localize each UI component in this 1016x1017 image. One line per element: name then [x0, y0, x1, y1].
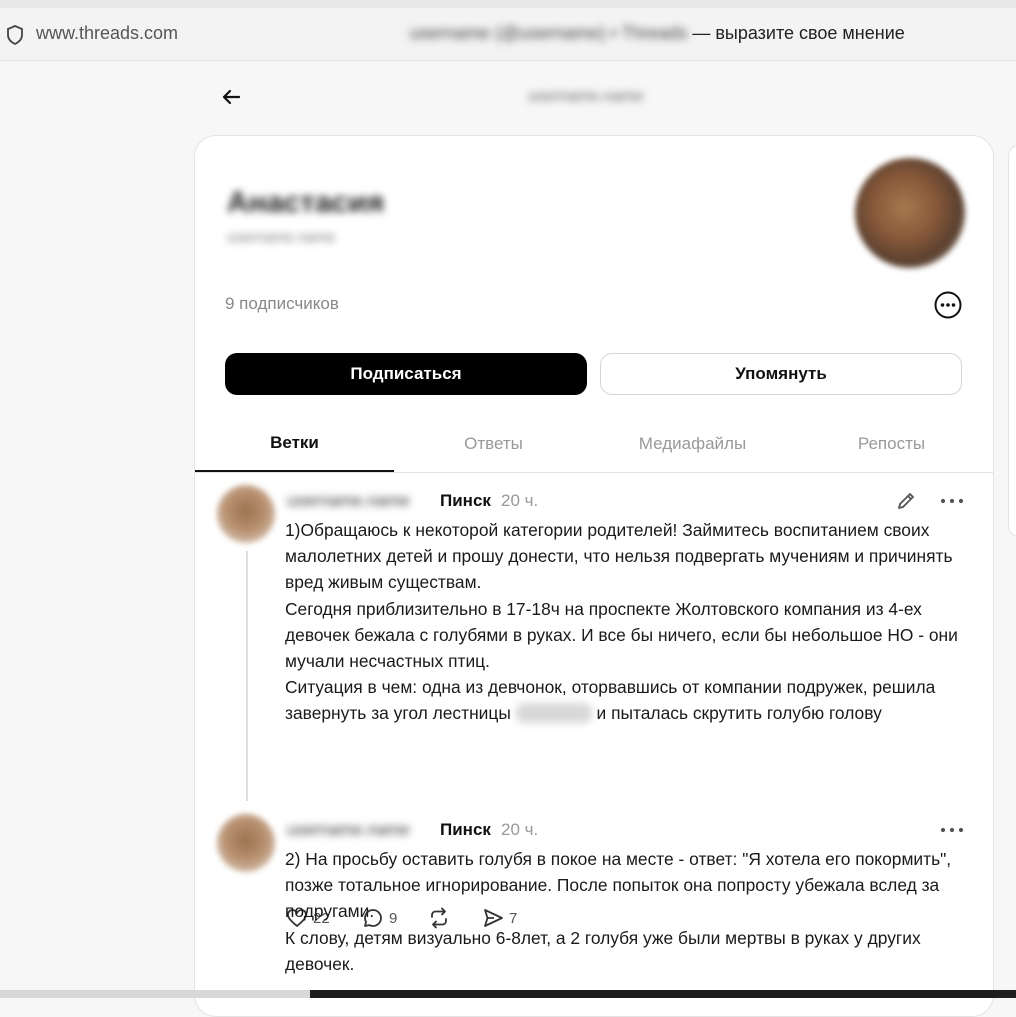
- profile-tabs: Ветки Ответы Медиафайлы Репосты: [195, 416, 993, 473]
- post-location[interactable]: Пинск: [440, 820, 491, 840]
- followers-count[interactable]: 9 подписчиков: [225, 294, 339, 314]
- more-dots-icon[interactable]: [939, 825, 965, 835]
- more-options-circle-icon[interactable]: [933, 290, 963, 320]
- taskbar-strip: [310, 990, 1016, 998]
- post-paragraph: 1)Обращаюсь к некоторой категории родите…: [285, 520, 953, 593]
- post-username[interactable]: username.name: [287, 491, 410, 511]
- page-title-blurred: username (@username) • Threads: [410, 23, 688, 43]
- url-text[interactable]: www.threads.com: [36, 23, 178, 44]
- more-dots-icon[interactable]: [939, 496, 965, 506]
- post-text: 1)Обращаюсь к некоторой категории родите…: [285, 517, 975, 727]
- profile-avatar[interactable]: [855, 158, 965, 268]
- blurred-mention[interactable]: [515, 703, 592, 724]
- post-paragraph: Сегодня приблизительно в 17-18ч на просп…: [285, 598, 958, 672]
- post-paragraph: Ситуация в чем: одна из девчонок, оторва…: [285, 674, 975, 726]
- back-arrow-icon[interactable]: [220, 86, 242, 108]
- shield-icon[interactable]: [6, 25, 24, 45]
- tab-replies[interactable]: Ответы: [394, 416, 593, 472]
- edit-pencil-icon[interactable]: [895, 490, 917, 512]
- post-username[interactable]: username.name: [287, 820, 410, 840]
- mention-button[interactable]: Упомянуть: [600, 353, 962, 395]
- post-paragraph: 2) На просьбу оставить голубя в покое на…: [285, 849, 952, 922]
- tab-media[interactable]: Медиафайлы: [593, 416, 792, 472]
- post-paragraph: К слову, детям визуально 6-8лет, а 2 гол…: [285, 927, 921, 974]
- follow-button[interactable]: Подписаться: [225, 353, 587, 395]
- next-column-edge: [1008, 145, 1016, 537]
- post-location[interactable]: Пинск: [440, 491, 491, 511]
- post-time: 20 ч.: [501, 491, 539, 510]
- post-time: 20 ч.: [501, 820, 539, 839]
- tab-reposts[interactable]: Репосты: [792, 416, 991, 472]
- thread-line: [246, 551, 248, 801]
- profile-display-name: Анастасия: [227, 186, 385, 219]
- profile-card: Анастасия username.name 9 подписчиков По…: [194, 135, 994, 1017]
- post-text: 2) На просьбу оставить голубя в покое на…: [285, 846, 975, 977]
- post-avatar[interactable]: [217, 485, 275, 543]
- page-title-suffix: — выразите свое мнение: [687, 23, 905, 43]
- tab-threads[interactable]: Ветки: [195, 416, 394, 472]
- address-bar[interactable]: www.threads.com username (@username) • T…: [0, 8, 1016, 61]
- post-text-part: и пыталась скрутить голубю голову: [591, 703, 882, 724]
- bottom-strip: [0, 990, 310, 998]
- profile-username: username.name: [227, 229, 336, 246]
- page-title: username (@username) • Threads — выразит…: [410, 23, 905, 44]
- post-avatar[interactable]: [217, 814, 275, 872]
- browser-top-strip: [0, 0, 1016, 8]
- header-handle: username.name: [528, 88, 644, 105]
